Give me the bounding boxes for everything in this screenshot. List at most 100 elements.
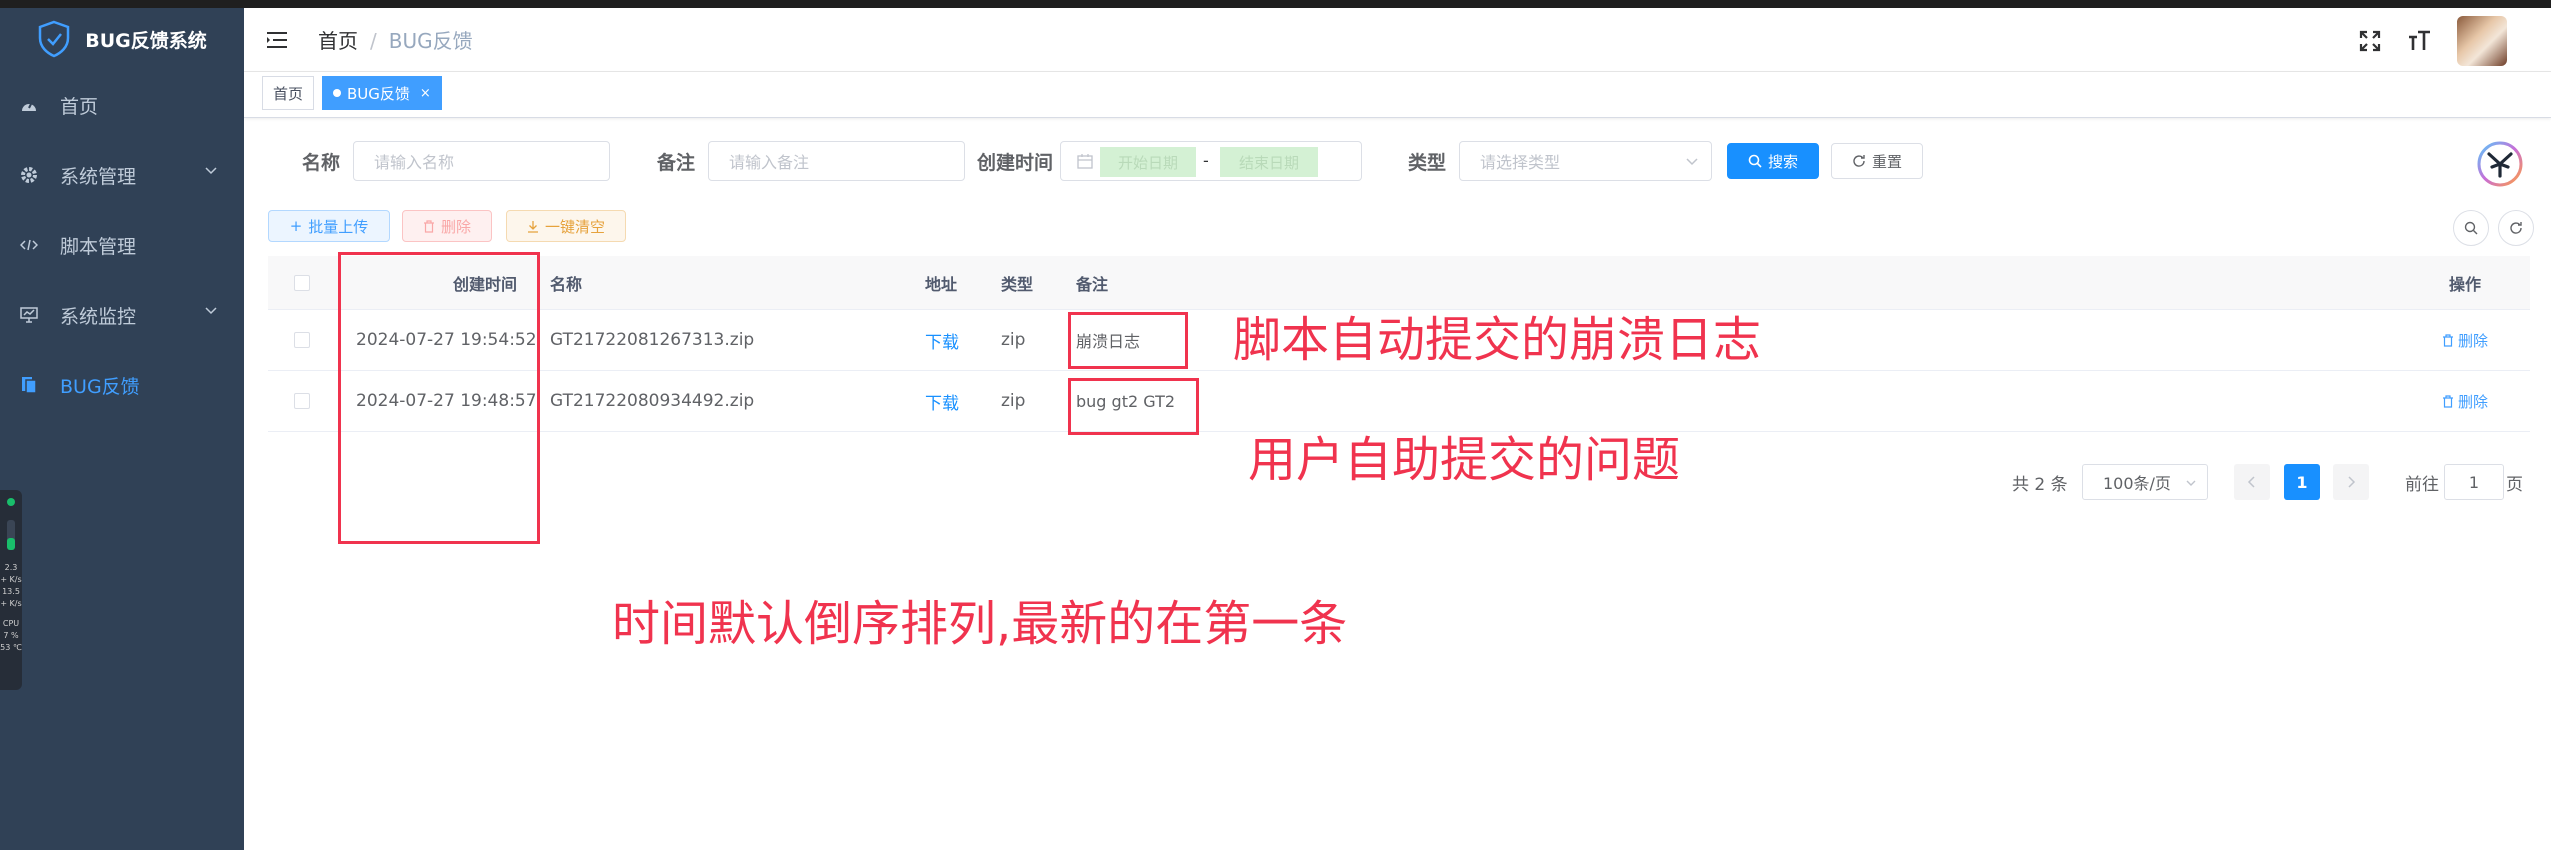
search-icon <box>1748 154 1762 168</box>
chevron-right-icon <box>2348 476 2356 488</box>
header-type: 类型 <box>1001 274 1034 294</box>
page-size-value: 100条/页 <box>2103 474 2171 493</box>
assistant-logo-icon[interactable] <box>2476 140 2524 188</box>
reset-button[interactable]: 重置 <box>1831 143 1923 179</box>
sidebar-item-label: 系统管理 <box>60 165 137 188</box>
row-checkbox[interactable] <box>294 393 310 409</box>
start-date-input[interactable]: 开始日期 <box>1100 147 1196 177</box>
chevron-down-icon <box>1686 158 1698 166</box>
breadcrumb: 首页 / BUG反馈 <box>318 25 473 54</box>
row-select-cell <box>294 371 310 431</box>
breadcrumb-separator: / <box>370 29 377 53</box>
trash-icon <box>2443 394 2453 408</box>
type-select[interactable]: 请选择类型 <box>1459 141 1712 181</box>
gear-icon <box>18 166 40 184</box>
sidebar-item-home[interactable]: 首页 <box>0 70 244 140</box>
monitor-icon <box>18 307 40 323</box>
clear-all-button[interactable]: 一键清空 <box>506 210 626 242</box>
delete-button-label: 删除 <box>440 217 471 236</box>
cpu-label: CPU <box>2 619 20 628</box>
prev-page-button[interactable] <box>2234 464 2270 500</box>
type-placeholder: 请选择类型 <box>1480 153 1561 172</box>
end-date-placeholder: 结束日期 <box>1238 153 1299 172</box>
sidebar-item-monitor[interactable]: 系统监控 <box>0 280 244 350</box>
sidebar-item-bug-feedback[interactable]: BUG反馈 <box>0 350 244 420</box>
breadcrumb-current: BUG反馈 <box>388 29 473 53</box>
page-number-current[interactable]: 1 <box>2284 464 2320 500</box>
system-monitor-widget: 2.3 + K/s 13.5 + K/s CPU 7 % 53 ℃ <box>0 490 22 690</box>
create-time-label: 创建时间 <box>977 152 1054 174</box>
hamburger-icon[interactable] <box>266 30 288 50</box>
row-delete-button[interactable]: 删除 <box>2442 310 2488 370</box>
cpu-value: 7 % <box>3 631 19 640</box>
usage-bar <box>7 520 15 550</box>
plus-icon: + <box>289 217 303 235</box>
tag-home[interactable]: 首页 <box>262 76 315 110</box>
search-icon <box>2464 221 2478 235</box>
name-input[interactable]: 请输入名称 <box>353 141 610 181</box>
dashboard-icon <box>18 97 40 113</box>
download-link[interactable]: 下载 <box>925 371 959 431</box>
delete-button[interactable]: 删除 <box>402 210 492 242</box>
search-button[interactable]: 搜索 <box>1727 143 1819 179</box>
font-size-icon[interactable] <box>2407 30 2431 52</box>
search-button-label: 搜索 <box>1767 152 1798 171</box>
avatar[interactable] <box>2457 16 2507 66</box>
remark-input[interactable]: 请输入备注 <box>708 141 965 181</box>
sidebar-item-label: BUG反馈 <box>60 375 140 398</box>
download-speed-unit: + K/s <box>0 599 22 608</box>
header-name: 名称 <box>550 274 583 294</box>
sidebar-item-label: 首页 <box>60 95 99 118</box>
document-icon <box>18 376 40 394</box>
pagination-total: 共 2 条 <box>2012 474 2068 495</box>
active-dot-icon <box>333 89 341 97</box>
tag-label: BUG反馈 <box>347 84 410 103</box>
goto-label: 前往 <box>2405 474 2439 495</box>
refresh-icon <box>1853 155 1865 167</box>
breadcrumb-home[interactable]: 首页 <box>318 29 358 53</box>
download-link[interactable]: 下载 <box>925 310 959 370</box>
sidebar-item-system[interactable]: 系统管理 <box>0 140 244 210</box>
header-address: 地址 <box>925 274 958 294</box>
shield-icon <box>38 20 70 58</box>
annotation-box-user-issue <box>1068 378 1199 435</box>
reset-button-label: 重置 <box>1871 152 1902 171</box>
row-checkbox[interactable] <box>294 332 310 348</box>
batch-upload-button[interactable]: + 批量上传 <box>268 210 390 242</box>
row-delete-label: 删除 <box>2458 392 2489 411</box>
refresh-button[interactable] <box>2498 210 2534 246</box>
header-remark: 备注 <box>1076 274 1109 294</box>
download-icon <box>527 220 538 233</box>
fullscreen-icon[interactable] <box>2359 30 2381 52</box>
close-icon[interactable]: × <box>420 86 431 101</box>
refresh-icon <box>2510 222 2522 234</box>
status-indicator <box>7 498 15 506</box>
temperature-value: 53 ℃ <box>0 643 22 652</box>
next-page-button[interactable] <box>2333 464 2369 500</box>
page-size-select[interactable]: 100条/页 <box>2082 464 2208 500</box>
goto-page-input[interactable]: 1 <box>2444 464 2504 500</box>
app-logo[interactable]: BUG反馈系统 <box>0 8 244 70</box>
annotation-box-time-column <box>338 252 540 544</box>
sidebar-item-scripts[interactable]: 脚本管理 <box>0 210 244 280</box>
row-type: zip <box>1001 391 1026 411</box>
window-top-strip <box>0 0 2551 8</box>
row-select-cell <box>294 310 310 370</box>
select-all-checkbox[interactable] <box>294 274 310 291</box>
upload-speed-unit: + K/s <box>0 575 22 584</box>
row-delete-button[interactable]: 删除 <box>2442 371 2488 431</box>
toggle-search-button[interactable] <box>2453 210 2489 246</box>
name-label: 名称 <box>302 152 341 174</box>
sidebar-item-label: 系统监控 <box>60 305 137 328</box>
download-speed-value: 13.5 <box>2 587 20 596</box>
annotation-box-crash-log <box>1068 312 1188 369</box>
app-title: BUG反馈系统 <box>85 29 207 52</box>
annotation-crash-note: 脚本自动提交的崩溃日志 <box>1233 312 1762 368</box>
chevron-down-icon <box>2186 480 2196 486</box>
header-operations: 操作 <box>2449 274 2482 294</box>
row-delete-label: 删除 <box>2458 331 2489 350</box>
end-date-input[interactable]: 结束日期 <box>1220 147 1318 177</box>
remark-label: 备注 <box>657 152 696 174</box>
sidebar-item-label: 脚本管理 <box>60 235 137 258</box>
tag-bug-feedback[interactable]: BUG反馈 × <box>322 76 442 110</box>
